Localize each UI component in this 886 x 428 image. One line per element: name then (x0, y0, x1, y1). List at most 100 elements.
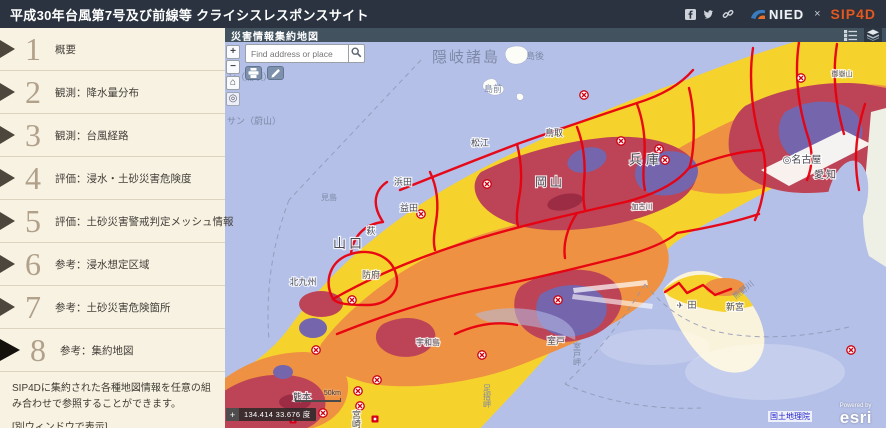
header-right: NIED × SIP4D (684, 6, 876, 22)
sidebar-item-label: 参考：集約地図 (60, 343, 134, 358)
road-closure-icon[interactable] (554, 296, 562, 304)
map-label: 隠岐諸島 (432, 49, 500, 66)
road-closure-icon[interactable] (373, 376, 381, 384)
map-label: 兵庫 (629, 152, 663, 167)
printer-icon (248, 66, 259, 81)
pencil-icon (271, 66, 281, 81)
sidebar-item-label: 参考：土砂災害危険箇所 (55, 300, 171, 315)
crosshair-icon[interactable]: + (226, 408, 239, 421)
map-canvas[interactable]: 隠岐諸島島後島前ン（浦項）サン（蔚山）見島室戸岬足摺岬熊野川松江鳥取岡山兵庫山口… (225, 42, 886, 428)
sidebar-item-5[interactable]: 5 評価：土砂災害警戒判定メッシュ情報 (0, 200, 225, 243)
map-label: 宇和島 (416, 337, 440, 347)
sidebar-item-4[interactable]: 4 評価：浸水・土砂災害危険度 (0, 157, 225, 200)
home-button[interactable]: ⌂ (226, 76, 240, 90)
map-label: 益田 (400, 202, 418, 213)
arrow-icon (0, 169, 15, 187)
road-closure-icon[interactable] (478, 351, 486, 359)
locate-button[interactable]: ◎ (226, 92, 240, 106)
map-label: 田 (687, 300, 696, 310)
road-closure-icon[interactable] (580, 91, 588, 99)
arrow-icon (0, 255, 15, 273)
sidebar-item-number: 2 (15, 76, 51, 108)
app-root: 平成30年台風第7号及び前線等 クライシスレスポンスサイト NIED × SIP… (0, 0, 886, 428)
sidebar-item-number: 7 (15, 291, 51, 323)
logo-separator: × (814, 8, 820, 20)
sidebar: 1 概要 2 観測：降水量分布 3 観測：台風経路 4 評価：浸水・土砂災害危険… (0, 28, 225, 428)
map-label: サン（蔚山） (227, 115, 281, 126)
sidebar-item-number: 6 (15, 248, 51, 280)
scale-bar: 50km (295, 390, 341, 402)
sidebar-item-label: 概要 (55, 42, 76, 57)
map-panel: 災害情報集約地図 (225, 28, 886, 428)
map-label: 萩 (366, 226, 375, 236)
search-icon (351, 46, 362, 61)
arrow-icon (0, 83, 15, 101)
sidebar-item-label: 評価：浸水・土砂災害危険度 (55, 171, 192, 186)
header: 平成30年台風第7号及び前線等 クライシスレスポンスサイト NIED × SIP… (0, 0, 886, 28)
map-label: 室戸 (547, 335, 565, 346)
draw-button[interactable] (267, 66, 284, 80)
zoom-in-button[interactable]: + (226, 45, 240, 59)
nied-logo[interactable]: NIED (751, 7, 804, 22)
search-input[interactable] (245, 44, 348, 63)
map-label: 愛知 (814, 168, 838, 181)
sidebar-item-label: 参考：浸水想定区域 (55, 257, 150, 272)
sidebar-item-3[interactable]: 3 観測：台風経路 (0, 114, 225, 157)
arrow-icon (0, 339, 20, 361)
sip4d-logo[interactable]: SIP4D (831, 6, 876, 22)
map-panel-title: 災害情報集約地図 (231, 28, 319, 43)
sidebar-item-6[interactable]: 6 参考：浸水想定区域 (0, 243, 225, 286)
coordinates-value: 134.414 33.676 度 (239, 408, 316, 421)
map-label: 新宮 (726, 301, 744, 312)
nied-wave-icon (751, 8, 766, 20)
link-icon[interactable] (722, 8, 734, 20)
legend-icon[interactable] (844, 29, 860, 41)
arrow-icon (0, 298, 15, 316)
sidebar-item-2[interactable]: 2 観測：降水量分布 (0, 71, 225, 114)
map-label: 浜田 (394, 177, 412, 187)
gsi-attribution-link[interactable]: 国土地理院 (768, 411, 812, 422)
sidebar-item-list: 1 概要 2 観測：降水量分布 3 観測：台風経路 4 評価：浸水・土砂災害危険… (0, 28, 225, 372)
road-closure-icon[interactable] (312, 346, 320, 354)
zoom-out-button[interactable]: − (226, 60, 240, 74)
map-label: 御嶽山 (832, 69, 853, 78)
map-label: ✈ (677, 301, 684, 310)
map-title-bar: 災害情報集約地図 (225, 28, 886, 42)
map-label: 島前 (484, 83, 502, 94)
map-label: 宮崎 (351, 409, 361, 428)
sidebar-item-number: 8 (20, 334, 56, 366)
map-label: 足摺岬 (483, 384, 492, 409)
search-box (245, 44, 365, 63)
sidebar-item-8[interactable]: 8 参考：集約地図 (0, 329, 225, 372)
road-closure-icon[interactable] (483, 180, 491, 188)
scale-label: 50km (295, 390, 341, 398)
map-label: 松江 (471, 137, 489, 148)
road-closure-icon[interactable] (617, 137, 625, 145)
road-closure-icon[interactable] (417, 210, 425, 218)
coordinates-bar: + 134.414 33.676 度 (226, 408, 316, 421)
hazard-marker-icon[interactable] (372, 416, 379, 423)
sidebar-item-label: 観測：台風経路 (55, 128, 129, 143)
facebook-icon[interactable] (684, 8, 696, 20)
road-closure-icon[interactable] (797, 74, 805, 82)
twitter-icon[interactable] (703, 8, 715, 20)
road-closure-icon[interactable] (319, 409, 327, 417)
map-label: 山口 (333, 236, 365, 251)
arrow-icon (0, 126, 15, 144)
esri-logo-text: esri (840, 409, 872, 426)
road-closure-icon[interactable] (356, 402, 364, 410)
map-tools (245, 66, 284, 80)
road-closure-icon[interactable] (348, 296, 356, 304)
sidebar-item-7[interactable]: 7 参考：土砂災害危険箇所 (0, 286, 225, 329)
print-button[interactable] (245, 66, 262, 80)
open-window-link[interactable]: [別ウィンドウで表示] (12, 418, 108, 428)
road-closure-icon[interactable] (847, 346, 855, 354)
arrow-icon (0, 212, 15, 230)
sidebar-item-number: 1 (15, 33, 51, 65)
search-button[interactable] (348, 44, 365, 63)
layers-icon[interactable] (864, 28, 882, 42)
road-closure-icon[interactable] (354, 387, 362, 395)
map-label: 見島 (321, 192, 337, 202)
sidebar-item-1[interactable]: 1 概要 (0, 28, 225, 71)
esri-logo[interactable]: Powered by esri (840, 403, 872, 426)
